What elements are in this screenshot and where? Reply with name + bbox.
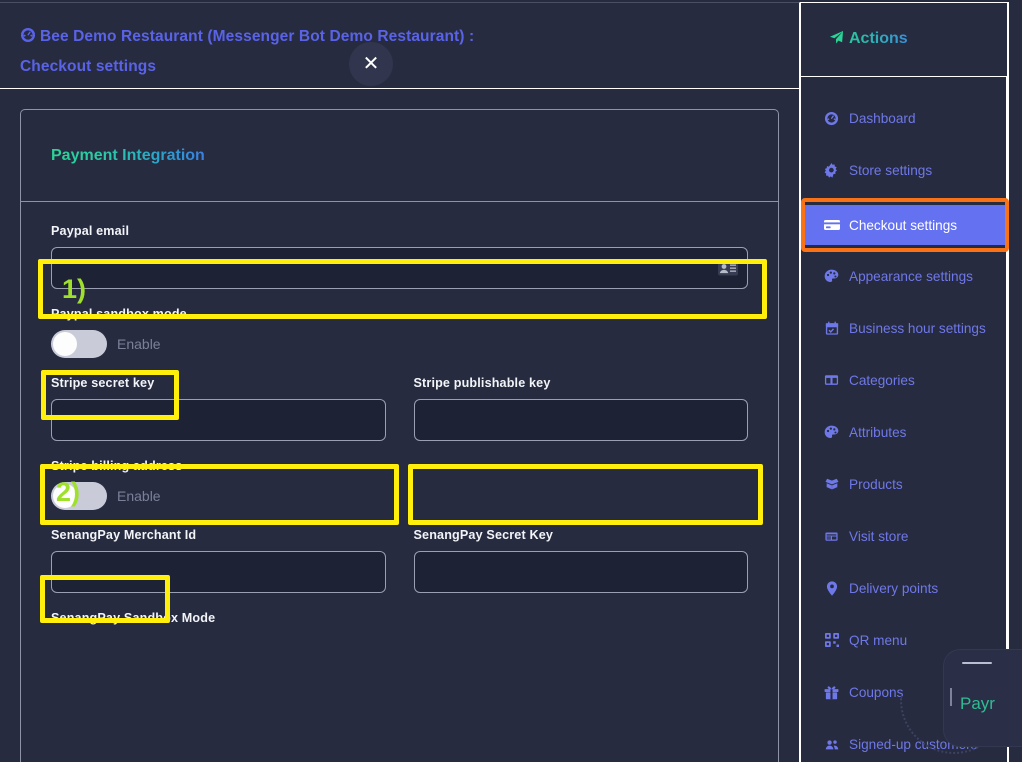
stripe-publishable-label: Stripe publishable key xyxy=(413,376,551,390)
widget-label: Payr xyxy=(960,694,995,713)
stripe-secret-label: Stripe secret key xyxy=(51,376,155,390)
paypal-sandbox-toggle[interactable] xyxy=(51,330,107,358)
map-marker-icon xyxy=(823,580,840,596)
stripe-publishable-key-input[interactable] xyxy=(413,399,748,441)
sidebar-right-border xyxy=(1008,2,1009,762)
stripe-secret-key-input[interactable] xyxy=(51,399,386,441)
stripe-publishable-field-group: Stripe publishable key xyxy=(413,376,748,441)
box-open-icon xyxy=(823,477,840,491)
close-button[interactable]: ✕ xyxy=(349,42,393,86)
page-title-line1: Bee Demo Restaurant (Messenger Bot Demo … xyxy=(40,28,475,45)
qr-code-icon xyxy=(823,633,840,647)
sidebar-item-label: Appearance settings xyxy=(849,268,973,284)
paypal-sandbox-toggle-row: Enable xyxy=(51,330,748,358)
sidebar-item-label: Business hour settings xyxy=(849,320,986,336)
modal-header: Bee Demo Restaurant (Messenger Bot Demo … xyxy=(0,3,799,89)
paypal-email-field-group: Paypal email xyxy=(51,224,748,289)
card-body: Paypal email Paypal sandbox mode Enable … xyxy=(21,202,778,625)
actions-sidebar: Actions Dashboard Store settings Checkou… xyxy=(800,2,1008,762)
sidebar-header: Actions xyxy=(801,3,1007,77)
paper-plane-icon xyxy=(829,30,844,50)
senangpay-secret-label: SenangPay Secret Key xyxy=(413,528,554,542)
paypal-sandbox-toggle-label: Enable xyxy=(117,336,161,352)
store-window-icon xyxy=(823,530,840,543)
sidebar-item-label: Products xyxy=(849,476,903,492)
users-icon xyxy=(823,738,840,751)
stripe-billing-field-group: Stripe billing address Enable xyxy=(51,459,748,510)
sidebar-item-label: Categories xyxy=(849,372,915,388)
senangpay-secret-key-input[interactable] xyxy=(413,551,748,593)
senangpay-sandbox-label: SenangPay Sandbox Mode xyxy=(51,611,216,625)
sidebar-item-appearance-settings[interactable]: Appearance settings xyxy=(801,259,1007,293)
sidebar-item-label: Coupons xyxy=(849,684,904,700)
paypal-email-input-wrap xyxy=(51,247,748,289)
sidebar-item-business-hour-settings[interactable]: Business hour settings xyxy=(801,311,1007,345)
toggle-knob xyxy=(53,484,77,508)
card-header: Payment Integration xyxy=(21,110,778,202)
stripe-billing-label: Stripe billing address xyxy=(51,459,183,473)
sidebar-title-text: Actions xyxy=(849,29,908,47)
columns-icon xyxy=(823,373,840,387)
widget-divider xyxy=(950,688,952,706)
sidebar-item-label: Store settings xyxy=(849,162,933,178)
checkout-settings-modal: Bee Demo Restaurant (Messenger Bot Demo … xyxy=(0,2,800,762)
senangpay-merchant-label: SenangPay Merchant Id xyxy=(51,528,197,542)
app-root: Bee Demo Restaurant (Messenger Bot Demo … xyxy=(0,0,1022,762)
senangpay-merchant-field-group: SenangPay Merchant Id xyxy=(51,528,386,593)
paypal-sandbox-field-group: Paypal sandbox mode Enable xyxy=(51,307,748,358)
stripe-secret-field-group: Stripe secret key xyxy=(51,376,386,441)
sidebar-item-label: Visit store xyxy=(849,528,909,544)
sidebar-item-categories[interactable]: Categories xyxy=(801,363,1007,397)
paypal-sandbox-label: Paypal sandbox mode xyxy=(51,307,187,321)
close-icon: ✕ xyxy=(362,53,380,75)
senangpay-row: SenangPay Merchant Id SenangPay Secret K… xyxy=(51,528,748,611)
payment-integration-card: Payment Integration Paypal email Paypal … xyxy=(20,109,779,762)
senangpay-secret-field-group: SenangPay Secret Key xyxy=(413,528,748,593)
gear-icon xyxy=(823,162,840,178)
sidebar-item-products[interactable]: Products xyxy=(801,467,1007,501)
stripe-billing-toggle[interactable] xyxy=(51,482,107,510)
stripe-billing-toggle-row: Enable xyxy=(51,482,748,510)
palette-icon xyxy=(823,269,840,284)
sidebar-item-dashboard[interactable]: Dashboard xyxy=(801,101,1007,135)
senangpay-merchant-id-input[interactable] xyxy=(51,551,386,593)
sidebar-item-label: QR menu xyxy=(849,632,908,648)
sidebar-item-label: Delivery points xyxy=(849,580,939,596)
dashboard-tachometer-icon xyxy=(20,25,36,53)
widget-handle-bar xyxy=(962,662,992,664)
palette-icon xyxy=(823,425,840,440)
sidebar-title: Actions xyxy=(829,30,908,50)
gift-icon xyxy=(823,685,840,700)
calendar-check-icon xyxy=(823,321,840,336)
sidebar-item-delivery-points[interactable]: Delivery points xyxy=(801,571,1007,605)
sidebar-item-checkout-settings[interactable]: Checkout settings xyxy=(801,205,1007,245)
sidebar-item-label: Attributes xyxy=(849,424,907,440)
floating-payment-widget[interactable]: Payr xyxy=(944,650,1022,746)
sidebar-item-store-settings[interactable]: Store settings xyxy=(801,153,1007,187)
dashboard-tachometer-icon xyxy=(823,111,840,126)
card-title: Payment Integration xyxy=(51,146,205,164)
sidebar-item-label: Checkout settings xyxy=(849,217,958,233)
sidebar-item-attributes[interactable]: Attributes xyxy=(801,415,1007,449)
sidebar-item-visit-store[interactable]: Visit store xyxy=(801,519,1007,553)
page-title: Bee Demo Restaurant (Messenger Bot Demo … xyxy=(20,23,775,81)
toggle-knob xyxy=(53,332,77,356)
sidebar-item-label: Dashboard xyxy=(849,110,916,126)
paypal-email-label: Paypal email xyxy=(51,224,130,238)
stripe-billing-toggle-label: Enable xyxy=(117,488,161,504)
paypal-email-input[interactable] xyxy=(51,247,748,289)
page-title-line2: Checkout settings xyxy=(20,58,157,75)
stripe-keys-row: Stripe secret key Stripe publishable key xyxy=(51,376,748,459)
sidebar-scrollbar-track[interactable] xyxy=(1006,77,1007,675)
credit-card-icon xyxy=(823,217,840,233)
